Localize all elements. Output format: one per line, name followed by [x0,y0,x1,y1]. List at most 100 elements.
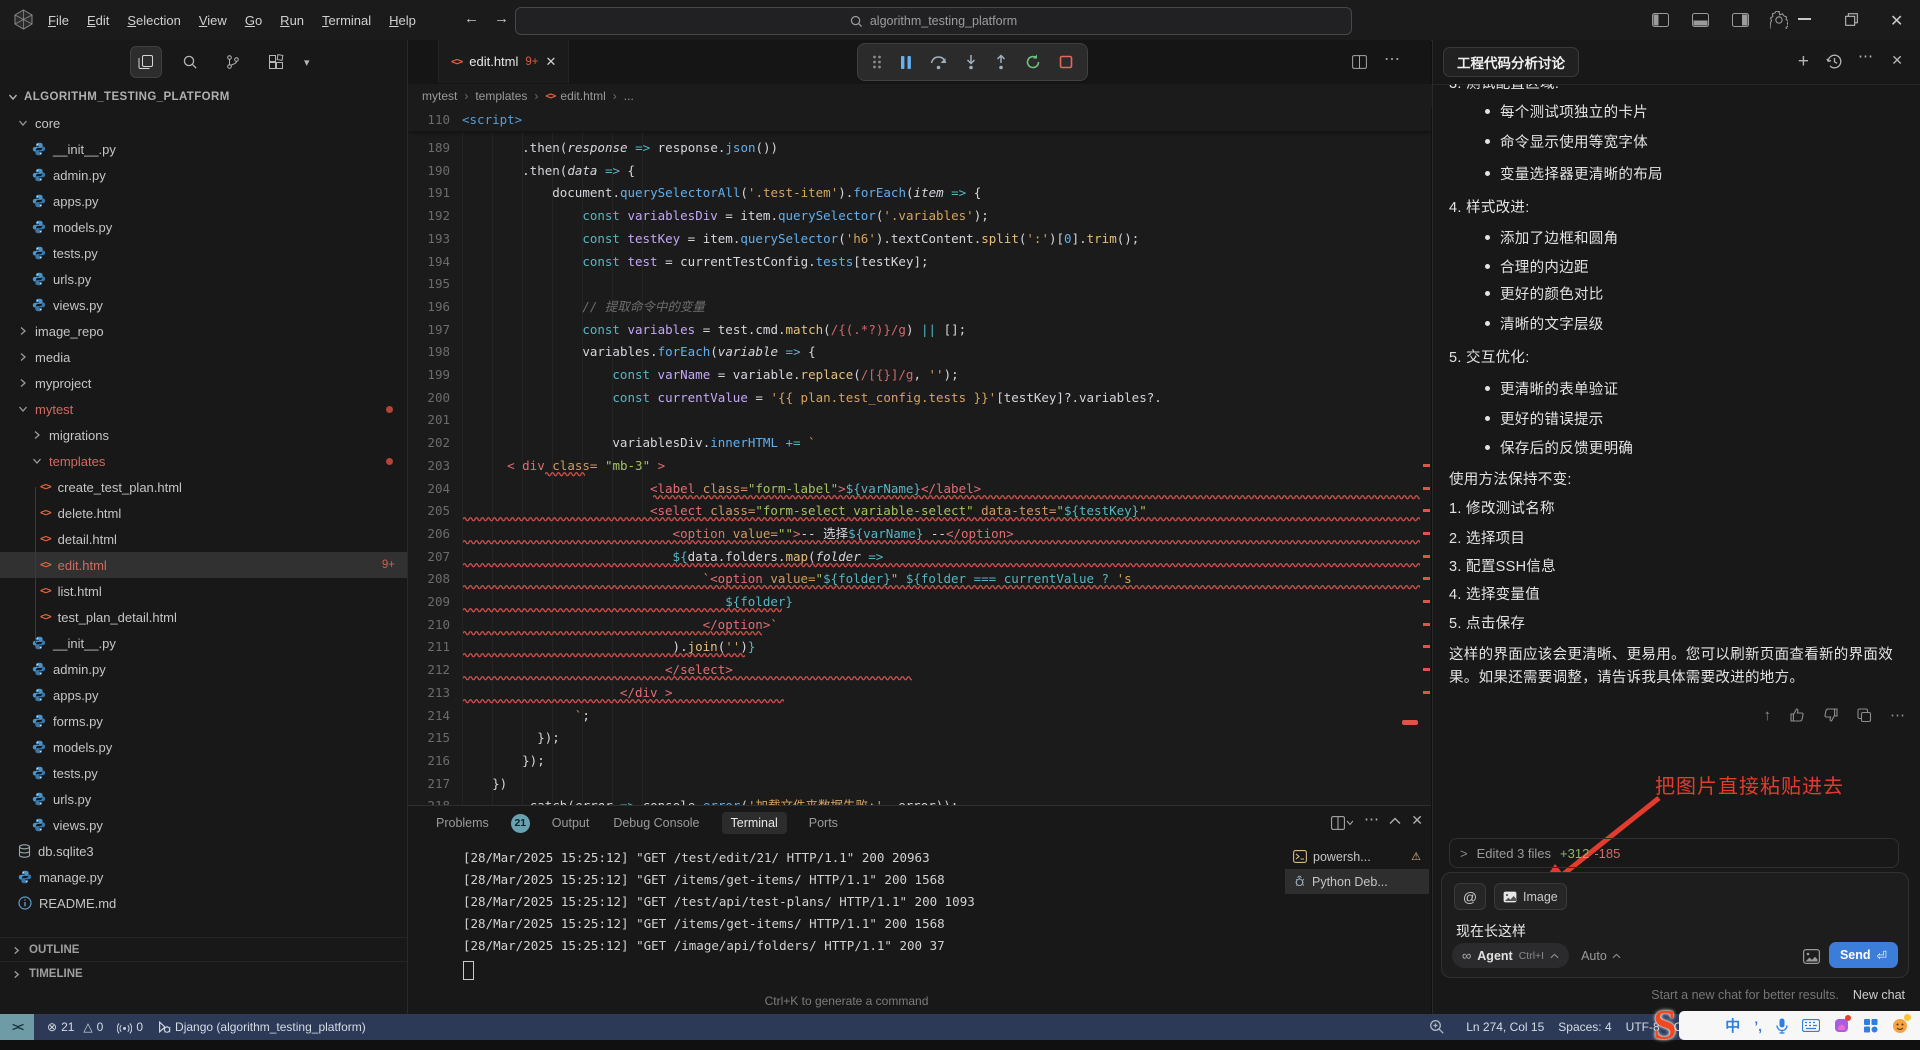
skin-icon[interactable] [1834,1015,1851,1033]
attach-image-icon[interactable] [1803,949,1820,964]
chat-input-text[interactable]: 现在长这样 [1456,921,1526,941]
explorer-root-header[interactable]: ALGORITHM_TESTING_PLATFORM [0,86,415,108]
thumbs-up-icon[interactable] [1789,707,1805,723]
menu-selection[interactable]: Selection [119,10,188,31]
debug-drag-handle-icon[interactable] [872,55,882,69]
ports-status[interactable]: 0 [110,1014,150,1040]
code-line-196[interactable]: 196 // 提取命令中的变量 [408,295,1431,318]
toggle-right-sidebar-icon[interactable] [1732,13,1749,27]
breadcrumb-item[interactable]: ... [624,89,634,103]
code-line-217[interactable]: 217}) [408,772,1431,795]
more-actions-icon[interactable]: ⋯ [1890,706,1905,724]
code-line-203[interactable]: 203 < div class= "mb-3" > [408,454,1431,477]
terminal-session-debug[interactable]: Python Deb... [1285,869,1429,894]
code-line-216[interactable]: 216}); [408,749,1431,772]
menu-edit[interactable]: Edit [79,10,117,31]
restart-icon[interactable] [1025,54,1041,70]
code-line-206[interactable]: 206 <option value="">-- 选择${varName} --</… [408,522,1431,545]
tree-file-models.py[interactable]: models.py [0,214,407,240]
tree-folder-media[interactable]: media [0,344,407,370]
debug-session-status[interactable]: Django (algorithm_testing_platform) [150,1014,373,1040]
split-editor-icon[interactable] [1352,55,1367,69]
tree-file-admin.py[interactable]: admin.py [0,656,407,682]
nav-forward-icon[interactable]: → [488,8,515,29]
breadcrumb-item[interactable]: mytest [422,89,457,103]
mic-icon[interactable] [1776,1018,1788,1034]
extensions-icon[interactable] [261,47,291,77]
code-line-202[interactable]: 202 variablesDiv.innerHTML += ` [408,431,1431,454]
tree-file-tests.py[interactable]: tests.py [0,240,407,266]
tree-file-admin.py[interactable]: admin.py [0,162,407,188]
code-line-190[interactable]: 190 .then(data => { [408,159,1431,182]
ime-punct-icon[interactable]: ’, [1754,1018,1762,1034]
close-panel-icon[interactable]: ✕ [1411,812,1423,829]
tree-folder-templates[interactable]: templates [0,448,407,474]
tree-file-forms.py[interactable]: forms.py [0,708,407,734]
menu-terminal[interactable]: Terminal [314,10,379,31]
code-line-189[interactable]: 189 .then(response => response.json()) [408,136,1431,159]
menu-run[interactable]: Run [272,10,312,31]
step-out-icon[interactable] [995,54,1007,70]
code-line-213[interactable]: 213 </div > [408,681,1431,704]
nav-back-icon[interactable]: ← [458,8,485,29]
tab-edit-html[interactable]: <> edit.html 9+ ✕ [438,40,570,83]
code-line-197[interactable]: 197 const variables = test.cmd.match(/{(.… [408,318,1431,341]
editor-more-actions-icon[interactable]: ⋯ [1384,49,1401,69]
toggle-left-sidebar-icon[interactable] [1652,13,1669,27]
tree-file-README.md[interactable]: README.md [0,890,407,916]
maximize-panel-icon[interactable] [1389,816,1401,825]
indentation[interactable]: Spaces: 4 [1551,1014,1618,1040]
code-line-110[interactable]: 110 <script> [408,108,1431,131]
menu-help[interactable]: Help [381,10,424,31]
panel-tab-terminal[interactable]: Terminal [721,812,787,834]
source-control-icon[interactable] [218,47,248,77]
close-chat-icon[interactable]: ✕ [1891,52,1903,69]
terminal-session-powershell[interactable]: powersh... ⚠ [1285,844,1429,869]
command-search-input[interactable]: algorithm_testing_platform [515,7,1352,35]
new-chat-link[interactable]: New chat [1853,988,1905,1002]
breadcrumb-item[interactable]: templates [475,89,527,103]
sogou-logo-icon[interactable]: S [1653,1002,1676,1050]
code-editor[interactable]: 110 <script> 189 .then(response => response… [408,108,1431,845]
breadcrumb[interactable]: mytest › templates › <> edit.html ›... [408,84,1445,108]
panel-tab-output[interactable]: Output [550,812,592,834]
code-line-209[interactable]: 209 ${folder} [408,590,1431,613]
code-line-214[interactable]: 214 `; [408,704,1431,727]
cursor-position[interactable]: Ln 274, Col 15 [1459,1014,1551,1040]
tree-file-urls.py[interactable]: urls.py [0,786,407,812]
panel-more-actions-icon[interactable]: ⋯ [1364,810,1379,828]
tree-folder-mytest[interactable]: mytest [0,396,407,422]
code-line-191[interactable]: 191 document.querySelectorAll('.test-item… [408,181,1431,204]
copy-icon[interactable] [1857,707,1872,723]
code-line-211[interactable]: 211).join('')} [408,635,1431,658]
debug-pause-icon[interactable] [900,55,912,70]
chat-input-box[interactable]: @ Image 现在长这样 ∞ Agent Ctrl+I Auto Send ⏎ [1441,872,1909,978]
code-line-208[interactable]: 208 `<option value="${folder}" ${folder =… [408,567,1431,590]
close-window-button[interactable]: ✕ [1890,11,1903,31]
code-line-199[interactable]: 199 const varName = variable.replace(/[{}… [408,363,1431,386]
close-tab-icon[interactable]: ✕ [546,54,557,70]
tree-file-db.sqlite3[interactable]: db.sqlite3 [0,838,407,864]
tree-file-apps.py[interactable]: apps.py [0,682,407,708]
problems-status[interactable]: ⊗ 21 △ 0 [40,1014,110,1040]
minimize-button[interactable] [1798,18,1811,20]
tree-file-apps.py[interactable]: apps.py [0,188,407,214]
code-line-215[interactable]: 215}); [408,726,1431,749]
mention-chip[interactable]: @ [1454,883,1486,910]
keyboard-icon[interactable] [1802,1019,1820,1032]
ime-cn-icon[interactable]: 中 [1725,1015,1740,1036]
code-line-198[interactable]: 198 variables.forEach(variable => { [408,340,1431,363]
panel-tab-ports[interactable]: Ports [807,812,840,834]
model-selector[interactable]: Auto [1581,949,1621,963]
stop-icon[interactable] [1059,55,1073,69]
tree-file-views.py[interactable]: views.py [0,812,407,838]
panel-tab-debug-console[interactable]: Debug Console [611,812,701,834]
tree-file-urls.py[interactable]: urls.py [0,266,407,292]
tree-file-test_plan_detail.html[interactable]: <> test_plan_detail.html [0,604,407,630]
tree-file-__init__.py[interactable]: __init__.py [0,136,407,162]
chat-tab[interactable]: 工程代码分析讨论 [1443,47,1579,77]
menu-file[interactable]: File [40,10,77,31]
tree-file-delete.html[interactable]: <> delete.html [0,500,407,526]
tree-file-detail.html[interactable]: <> detail.html [0,526,407,552]
thumbs-down-icon[interactable] [1823,707,1839,723]
